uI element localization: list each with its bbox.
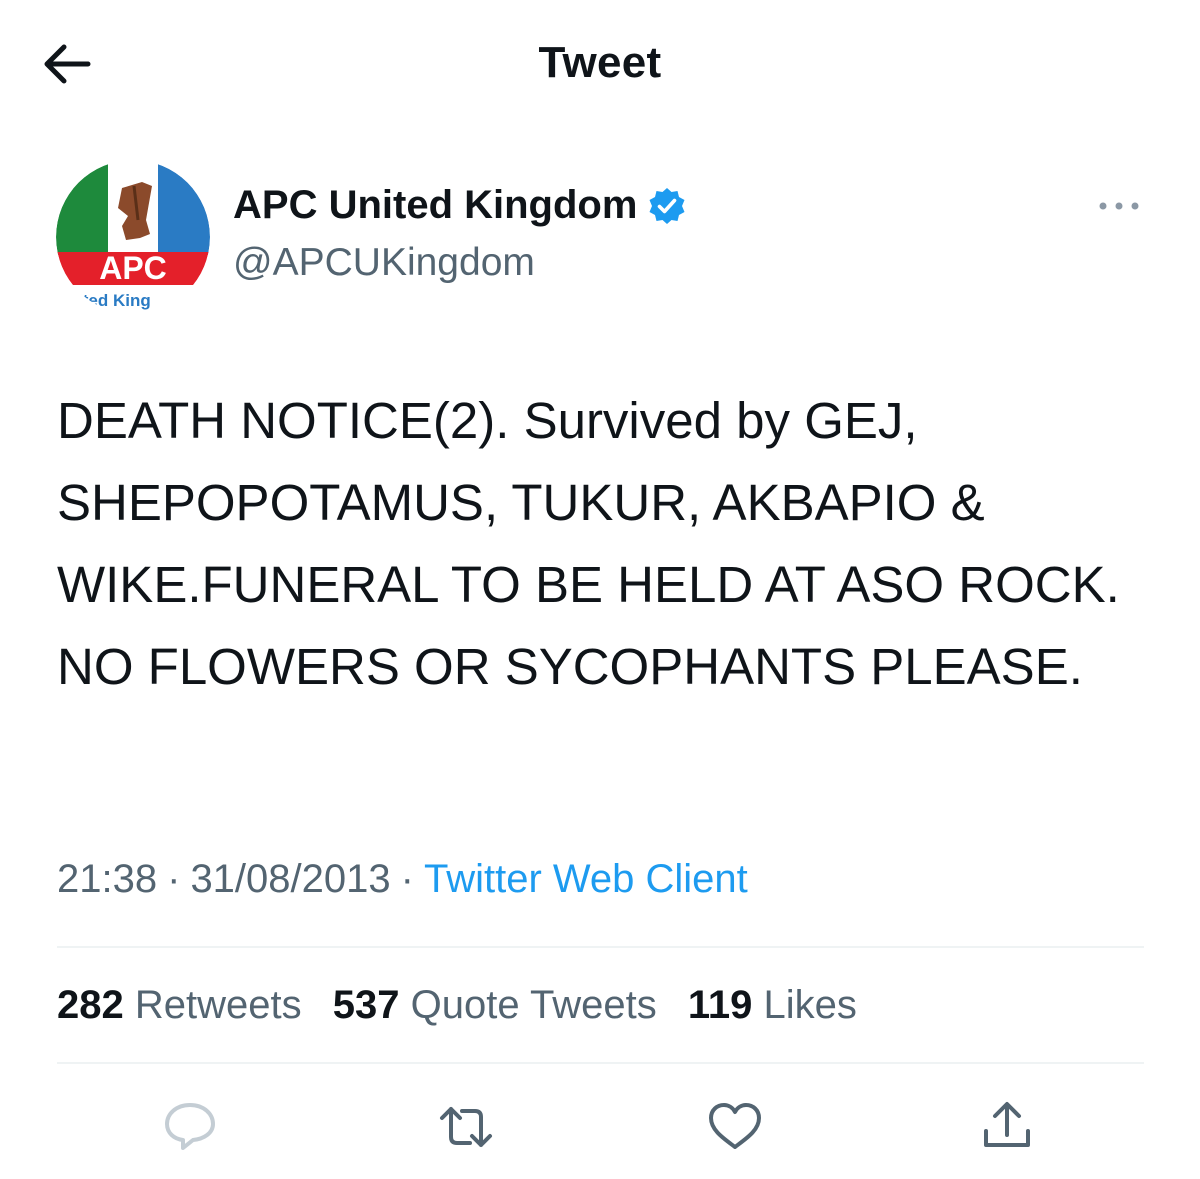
like-button[interactable] xyxy=(703,1095,767,1159)
display-name[interactable]: APC United Kingdom xyxy=(233,183,687,228)
avatar[interactable]: APC ited King xyxy=(56,160,210,314)
retweet-icon xyxy=(440,1107,492,1147)
divider xyxy=(57,1062,1144,1064)
tweet-meta: 21:38 · 31/08/2013 · Twitter Web Client xyxy=(57,857,748,902)
more-icon xyxy=(1099,202,1139,210)
meta-separator: · xyxy=(167,857,181,901)
share-button[interactable] xyxy=(975,1095,1039,1159)
retweets-stat[interactable]: 282 Retweets xyxy=(57,983,302,1027)
tweet-text: DEATH NOTICE(2). Survived by GEJ, SHEPOP… xyxy=(57,392,1120,695)
retweets-count: 282 xyxy=(57,983,124,1027)
tweet-time[interactable]: 21:38 xyxy=(57,857,157,901)
top-bar: Tweet xyxy=(0,0,1200,125)
quote-tweets-count: 537 xyxy=(332,983,400,1027)
logo-text: APC xyxy=(99,250,167,286)
verified-badge-icon xyxy=(649,187,685,224)
like-icon xyxy=(709,1103,761,1149)
page-title: Tweet xyxy=(538,38,662,87)
tweet-date[interactable]: 31/08/2013 xyxy=(190,857,390,901)
tweet-actions xyxy=(0,1095,1200,1165)
user-handle[interactable]: @APCUKingdom xyxy=(233,241,535,285)
tweet-client-link[interactable]: Twitter Web Client xyxy=(424,857,748,901)
likes-label: Likes xyxy=(763,983,857,1027)
reply-button[interactable] xyxy=(158,1095,222,1159)
logo-caption: ited King xyxy=(78,291,151,310)
more-options-button[interactable] xyxy=(1094,188,1144,224)
likes-stat[interactable]: 119 Likes xyxy=(688,983,857,1027)
quote-tweets-stat[interactable]: 537 Quote Tweets xyxy=(333,983,657,1027)
retweets-label: Retweets xyxy=(134,983,302,1027)
share-icon xyxy=(984,1102,1030,1147)
divider xyxy=(57,946,1144,948)
quote-tweets-label: Quote Tweets xyxy=(410,983,657,1027)
meta-separator: · xyxy=(400,857,414,901)
likes-count: 119 xyxy=(687,983,753,1027)
apc-logo: APC ited King xyxy=(56,160,210,314)
tweet-stats: 282 Retweets 537 Quote Tweets 119 Likes xyxy=(57,983,877,1028)
retweet-button[interactable] xyxy=(434,1095,498,1159)
display-name-text: APC United Kingdom xyxy=(233,183,638,227)
reply-icon xyxy=(165,1103,215,1150)
